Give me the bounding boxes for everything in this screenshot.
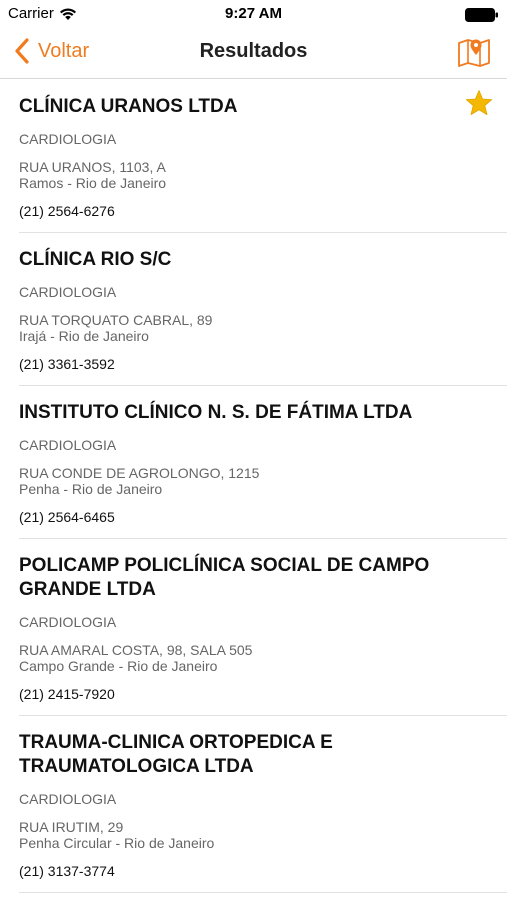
result-name: POLICAMP POLICLÍNICA SOCIAL DE CAMPO GRA… xyxy=(19,555,430,600)
result-specialty: CARDIOLOGIA xyxy=(19,131,117,147)
result-address-street: RUA IRUTIM, 29 xyxy=(19,819,124,835)
result-address-district: Irajá - Rio de Janeiro xyxy=(19,328,149,344)
result-specialty: CARDIOLOGIA xyxy=(19,284,117,300)
result-item[interactable]: TRAUMA-CLINICA ORTOPEDICA E TRAUMATOLOGI… xyxy=(0,715,507,893)
result-address-district: Penha Circular - Rio de Janeiro xyxy=(19,835,215,851)
results-list: CLÍNICA URANOS LTDA CARDIOLOGIA RUA URAN… xyxy=(0,79,507,893)
status-time: 9:27 AM xyxy=(225,5,282,22)
result-name: TRAUMA-CLINICA ORTOPEDICA E TRAUMATOLOGI… xyxy=(19,732,333,777)
result-phone[interactable]: (21) 2415-7920 xyxy=(19,686,447,702)
result-specialty: CARDIOLOGIA xyxy=(19,437,117,453)
result-specialty: CARDIOLOGIA xyxy=(19,791,117,807)
back-button[interactable]: Voltar xyxy=(14,38,89,64)
result-phone[interactable]: (21) 2564-6465 xyxy=(19,509,447,525)
result-item[interactable]: POLICAMP POLICLÍNICA SOCIAL DE CAMPO GRA… xyxy=(0,538,507,716)
result-phone[interactable]: (21) 3137-3774 xyxy=(19,863,447,879)
status-bar: Carrier 9:27 AM xyxy=(0,0,507,28)
result-specialty: CARDIOLOGIA xyxy=(19,614,117,630)
result-name: CLÍNICA URANOS LTDA xyxy=(19,96,238,117)
battery-icon xyxy=(465,8,498,22)
result-address-street: RUA URANOS, 1103, A xyxy=(19,159,166,175)
star-icon[interactable] xyxy=(465,89,493,117)
result-phone[interactable]: (21) 2564-6276 xyxy=(19,203,447,219)
result-name: INSTITUTO CLÍNICO N. S. DE FÁTIMA LTDA xyxy=(19,402,413,423)
map-pin-icon[interactable] xyxy=(457,36,491,68)
result-address-street: RUA AMARAL COSTA, 98, SALA 505 xyxy=(19,642,253,658)
navigation-bar: Voltar Resultados xyxy=(0,28,507,79)
result-address-district: Penha - Rio de Janeiro xyxy=(19,481,163,497)
result-address-district: Ramos - Rio de Janeiro xyxy=(19,175,167,191)
result-phone[interactable]: (21) 3361-3592 xyxy=(19,356,447,372)
result-address-street: RUA CONDE DE AGROLONGO, 1215 xyxy=(19,465,260,481)
result-item[interactable]: CLÍNICA URANOS LTDA CARDIOLOGIA RUA URAN… xyxy=(0,79,507,233)
result-item[interactable]: INSTITUTO CLÍNICO N. S. DE FÁTIMA LTDA C… xyxy=(0,385,507,539)
result-item[interactable]: CLÍNICA RIO S/C CARDIOLOGIA RUA TORQUATO… xyxy=(0,232,507,386)
result-address-street: RUA TORQUATO CABRAL, 89 xyxy=(19,312,213,328)
result-address-district: Campo Grande - Rio de Janeiro xyxy=(19,658,218,674)
result-name: CLÍNICA RIO S/C xyxy=(19,249,172,270)
chevron-left-icon xyxy=(15,38,29,64)
back-label: Voltar xyxy=(38,39,90,62)
